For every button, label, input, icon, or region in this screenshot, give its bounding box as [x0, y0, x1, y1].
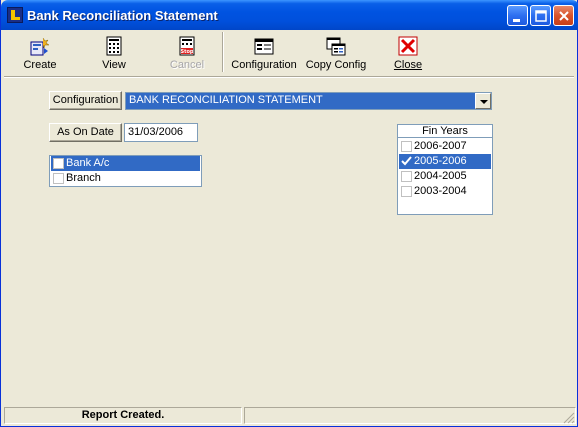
list-item-label: Branch [66, 172, 101, 184]
dropdown-arrow-icon[interactable] [475, 93, 491, 109]
create-button[interactable]: Create [12, 32, 68, 74]
as-on-date-input[interactable]: 31/03/2006 [124, 123, 198, 142]
fin-years-header: Fin Years [397, 124, 493, 138]
create-label: Create [23, 59, 57, 71]
status-message: Report Created. [81, 409, 165, 421]
cancel-label: Cancel [169, 59, 205, 71]
minimize-icon [513, 19, 520, 22]
list-item-branch[interactable]: Branch [51, 171, 200, 186]
view-button[interactable]: View [86, 32, 142, 74]
configuration-button[interactable]: Configuration [229, 32, 299, 74]
configuration-label: Configuration [231, 59, 297, 71]
checkmark-icon [401, 156, 412, 166]
fin-year-label: 2004-2005 [414, 170, 467, 182]
configuration-selected-value: BANK RECONCILIATION STATEMENT [129, 94, 323, 106]
toolbar: Create View Stop Cancel Configuration Co… [4, 30, 576, 76]
fin-year-checkbox-checked[interactable] [401, 156, 412, 167]
selection-list[interactable]: Bank A/c Branch [49, 155, 202, 187]
toolbar-separator [222, 32, 224, 72]
configuration-icon [254, 38, 274, 55]
bank-ac-checkbox[interactable] [53, 158, 64, 169]
fin-year-checkbox[interactable] [401, 141, 412, 152]
list-item-label: Bank A/c [66, 157, 110, 169]
configuration-label-button[interactable]: Configuration [49, 91, 122, 110]
copy-config-label: Copy Config [305, 59, 367, 71]
status-panel-message: Report Created. [4, 407, 242, 424]
cancel-button[interactable]: Stop Cancel [159, 32, 215, 74]
app-icon[interactable] [7, 7, 23, 23]
status-panel-empty [244, 407, 576, 424]
window-title: Bank Reconciliation Statement [27, 8, 218, 23]
fin-year-label: 2003-2004 [414, 185, 467, 197]
close-window-icon [559, 11, 569, 21]
size-grip-icon[interactable] [563, 412, 575, 424]
fin-year-item-selected[interactable]: 2005-2006 [399, 154, 491, 169]
fin-years-list[interactable]: 2006-2007 2005-2006 2004-2005 2003-2004 [397, 137, 493, 215]
as-on-date-button[interactable]: As On Date [49, 123, 122, 142]
title-bar[interactable]: Bank Reconciliation Statement [1, 0, 578, 30]
fin-year-item[interactable]: 2003-2004 [399, 184, 491, 199]
view-label: View [102, 59, 126, 71]
fin-year-label: 2006-2007 [414, 140, 467, 152]
cancel-stop-icon: Stop [179, 36, 195, 56]
view-icon [106, 36, 122, 56]
svg-text:Stop: Stop [180, 49, 193, 55]
fin-year-checkbox[interactable] [401, 171, 412, 182]
minimize-button[interactable] [507, 5, 528, 26]
branch-checkbox[interactable] [53, 173, 64, 184]
status-bar: Report Created. [4, 406, 576, 425]
configuration-dropdown[interactable]: BANK RECONCILIATION STATEMENT [125, 92, 492, 110]
fin-year-item[interactable]: 2006-2007 [399, 139, 491, 154]
fin-year-item[interactable]: 2004-2005 [399, 169, 491, 184]
copy-config-icon [326, 37, 346, 56]
close-window-button[interactable] [553, 5, 574, 26]
fin-year-checkbox[interactable] [401, 186, 412, 197]
copy-config-button[interactable]: Copy Config [303, 32, 369, 74]
maximize-icon [535, 10, 547, 22]
main-window: Bank Reconciliation Statement Create Vie… [0, 0, 578, 427]
maximize-button[interactable] [530, 5, 551, 26]
close-button[interactable]: Close [382, 32, 434, 74]
close-red-x-icon [398, 36, 418, 56]
toolbar-divider [4, 76, 574, 78]
create-icon [30, 37, 50, 56]
close-label: Close [393, 59, 423, 71]
list-item-bank-ac[interactable]: Bank A/c [51, 156, 200, 171]
fin-year-label: 2005-2006 [414, 155, 467, 167]
